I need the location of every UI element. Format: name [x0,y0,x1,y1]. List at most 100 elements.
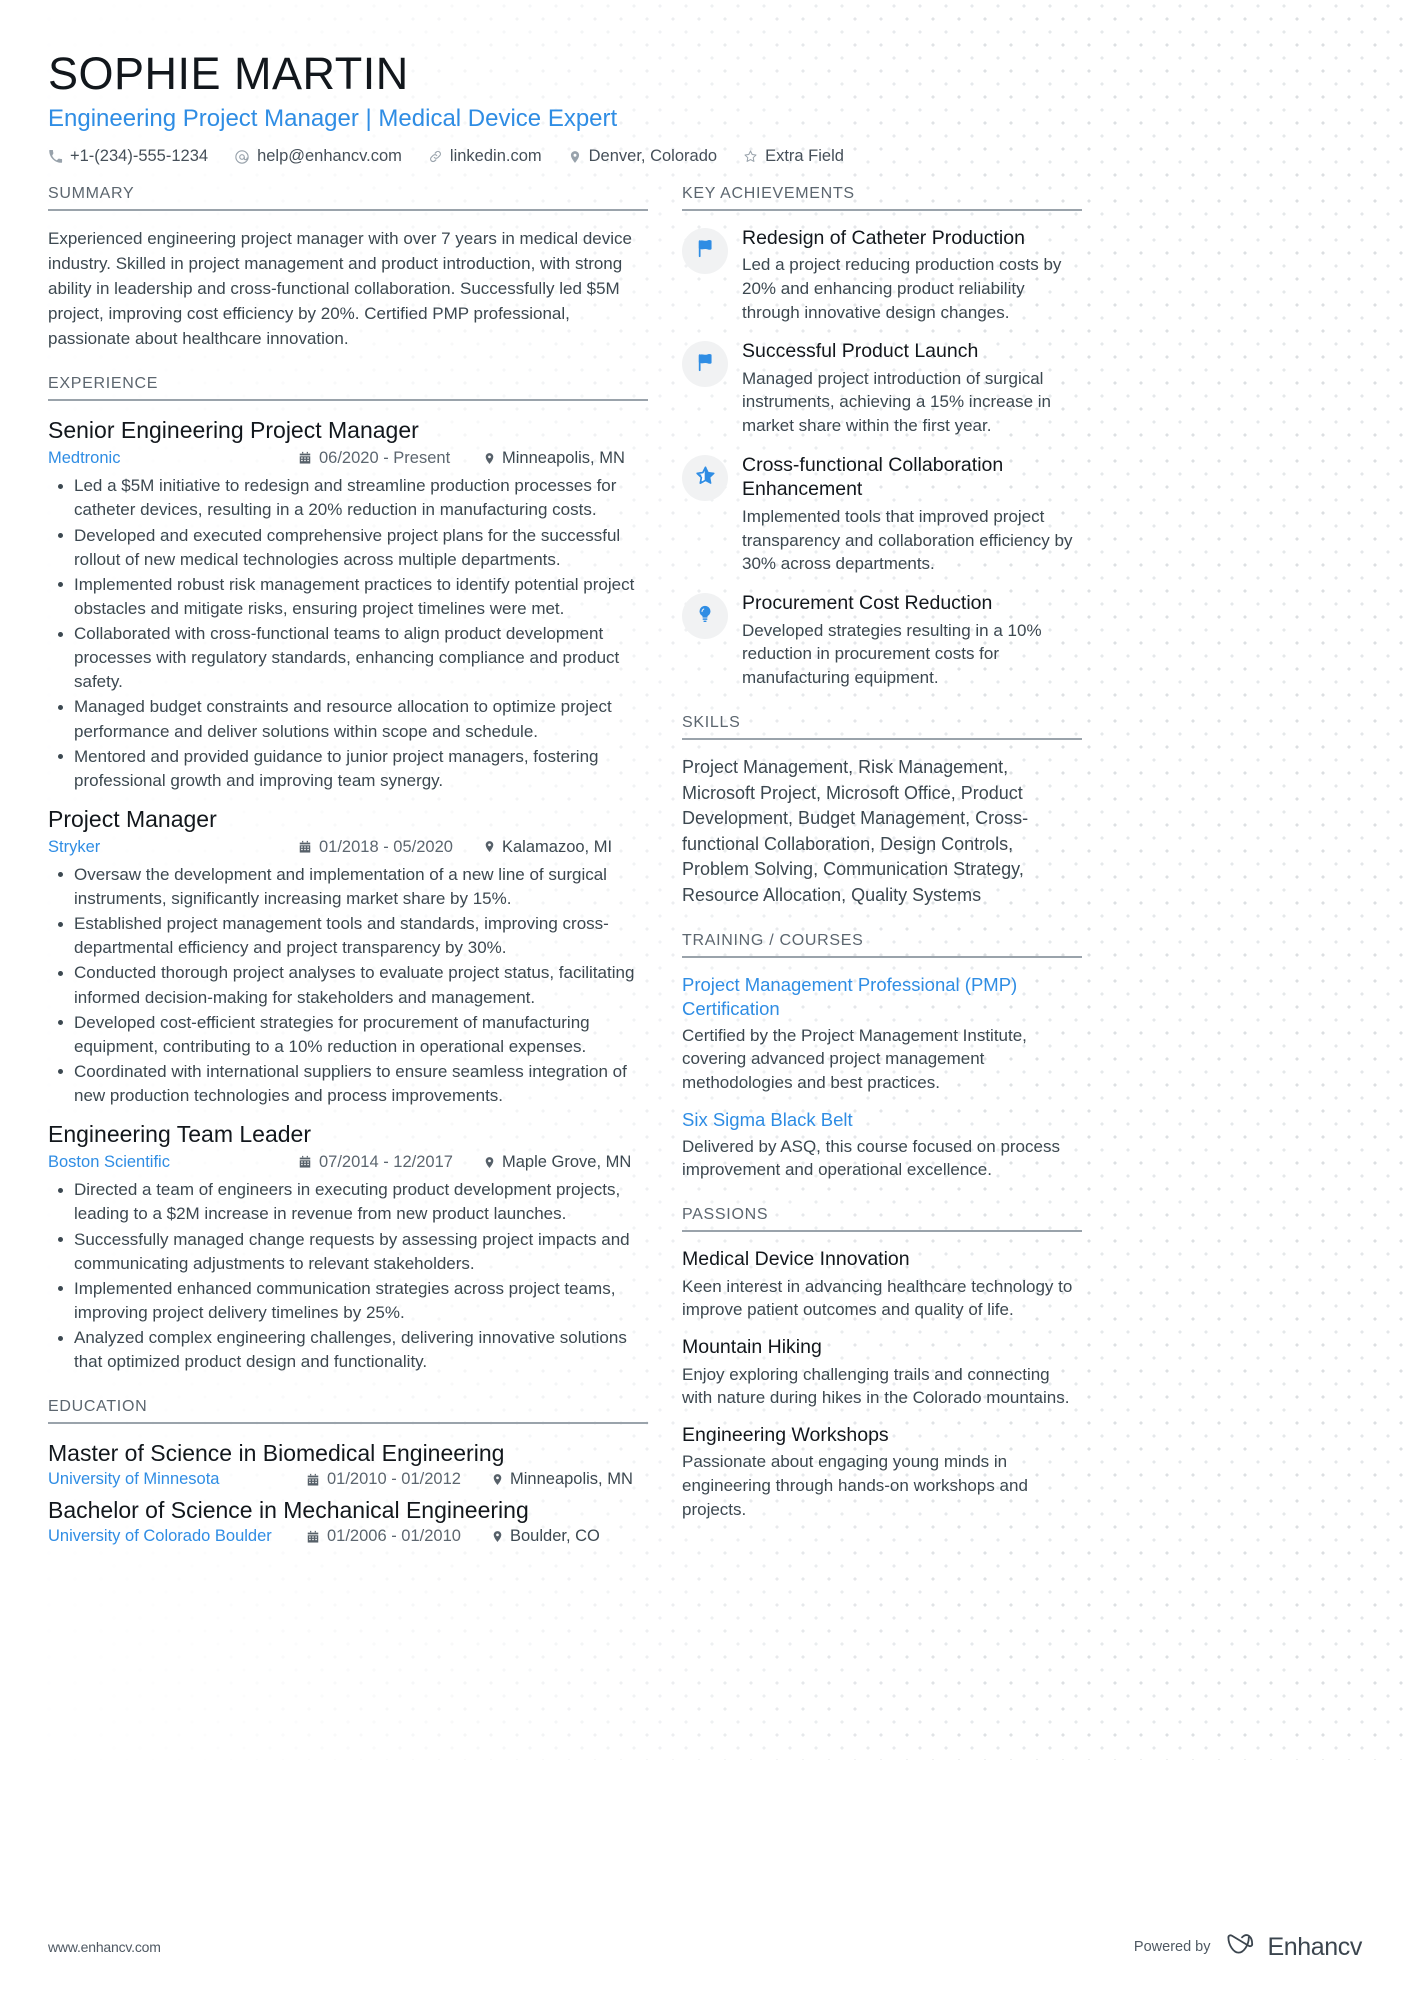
achievement-title: Cross-functional Collaboration Enhanceme… [742,454,1004,501]
achievement-description: Managed project introduction of surgical… [742,368,1051,436]
education-degree: Master of Science in Biomedical Engineer… [48,1440,505,1467]
achievement-title: Successful Product Launch [742,340,979,363]
summary-heading: SUMMARY [48,185,648,211]
job-dates-text: 01/2018 - 05/2020 [319,837,453,856]
link-icon [428,149,443,164]
job-bullets: Oversaw the development and implementati… [50,863,648,1108]
footer-url[interactable]: www.enhancv.com [48,1939,161,1955]
job-meta: Boston Scientific 07/2014 - 12/2017 Mapl… [48,1151,648,1173]
experience-heading: EXPERIENCE [48,375,648,402]
job-bullets: Led a $5M initiative to redesign and str… [50,474,648,793]
contact-location-text: Denver, Colorado [588,146,718,165]
contact-location[interactable]: Denver, Colorado [568,147,717,167]
achievement-title: Redesign of Catheter Production [742,226,1025,249]
section-training-courses: TRAINING / COURSES Project Management Pr… [682,932,1082,1182]
achievement-description: Implemented tools that improved project … [742,506,1073,574]
job-bullet: Implemented enhanced communication strat… [50,1277,648,1325]
achievement-description: Developed strategies resulting in a 10% … [742,620,1042,688]
job-bullet: Developed cost-efficient strategies for … [50,1011,648,1059]
candidate-name: SOPHIE MARTIN [48,48,409,99]
job-bullets: Directed a team of engineers in executin… [50,1178,648,1374]
education-dates: 01/2010 - 01/2012 [306,1470,491,1489]
resume-header: SOPHIE MARTIN Engineering Project Manage… [48,48,1362,167]
job-location-text: Kalamazoo, MI [502,837,613,856]
job-company[interactable]: Boston Scientific [48,1151,298,1173]
calendar-icon [298,1155,312,1169]
contact-email[interactable]: help@enhancv.com [234,147,402,167]
section-skills: SKILLS Project Management, Risk Manageme… [682,714,1082,908]
passion-title: Medical Device Innovation [682,1248,910,1271]
contact-linkedin[interactable]: linkedin.com [428,147,542,167]
skills-text: Project Management, Risk Management, Mic… [682,756,1029,905]
job-title: Engineering Team Leader [48,1121,311,1148]
job-bullet: Led a $5M initiative to redesign and str… [50,474,648,522]
achievement-badge [682,227,728,274]
job-dates: 07/2014 - 12/2017 [298,1151,483,1173]
resume-page: SOPHIE MARTIN Engineering Project Manage… [0,0,1410,1995]
achievement-description: Led a project reducing production costs … [742,254,1062,322]
job-company[interactable]: Medtronic [48,447,298,469]
candidate-headline: Engineering Project Manager | Medical De… [48,104,618,132]
job-bullet: Implemented robust risk management pract… [50,573,648,621]
achievement-body: Cross-functional Collaboration Enhanceme… [742,453,1082,576]
contact-phone[interactable]: +1-(234)-555-1234 [48,147,208,167]
course-title[interactable]: Project Management Professional (PMP) Ce… [682,973,1082,1020]
passion-description: Keen interest in advancing healthcare te… [682,1276,1073,1320]
achievement-badge [682,341,728,388]
job-dates: 06/2020 - Present [298,447,483,469]
passion-title: Mountain Hiking [682,1336,822,1359]
summary-text: Experienced engineering project manager … [48,228,632,349]
left-column: SUMMARY Experienced engineering project … [48,185,648,1570]
job-dates-text: 06/2020 - Present [319,449,451,468]
education-school[interactable]: University of Minnesota [48,1470,306,1489]
job-title: Senior Engineering Project Manager [48,417,419,444]
lightbulb-icon [695,604,715,629]
education-location: Minneapolis, MN [491,1470,633,1489]
education-school[interactable]: University of Colorado Boulder [48,1527,306,1546]
job-location: Kalamazoo, MI [483,836,612,858]
contact-extra-field[interactable]: Extra Field [743,147,844,167]
contact-email-text: help@enhancv.com [257,146,402,165]
education-dates-text: 01/2006 - 01/2010 [327,1527,461,1546]
job-meta: Stryker 01/2018 - 05/2020 Kalamazoo, MI [48,836,648,858]
star-icon [694,464,717,492]
location-pin-icon [491,1472,504,1487]
education-location-text: Boulder, CO [510,1527,600,1546]
section-key-achievements: KEY ACHIEVEMENTS Redesign of Catheter Pr… [682,185,1082,690]
course-title[interactable]: Six Sigma Black Belt [682,1108,1082,1132]
passion-item: Engineering Workshops Passionate about e… [682,1423,1082,1522]
powered-by-label: Powered by [1133,1939,1211,1955]
job-bullet: Analyzed complex engineering challenges,… [50,1326,648,1374]
job-bullet: Directed a team of engineers in executin… [50,1178,648,1226]
job-bullet: Mentored and provided guidance to junior… [50,745,648,793]
job-bullet: Developed and executed comprehensive pro… [50,524,648,572]
contact-linkedin-text: linkedin.com [449,146,542,165]
contact-row: +1-(234)-555-1234 help@enhancv.com linke… [48,147,1362,167]
education-meta: University of Minnesota 01/2010 - 01/201… [48,1470,648,1489]
achievement-body: Procurement Cost Reduction Developed str… [742,591,1082,690]
passion-description: Enjoy exploring challenging trails and c… [682,1364,1070,1408]
experience-item: Senior Engineering Project Manager Medtr… [48,416,648,793]
enhancv-brand-name: Enhancv [1267,1932,1363,1961]
education-location: Boulder, CO [491,1527,600,1546]
achievements-heading: KEY ACHIEVEMENTS [682,185,1082,211]
course-description: Delivered by ASQ, this course focused on… [682,1136,1060,1180]
education-heading: EDUCATION [48,1398,648,1425]
job-bullet: Collaborated with cross-functional teams… [50,622,648,694]
right-column: KEY ACHIEVEMENTS Redesign of Catheter Pr… [682,185,1082,1546]
enhancv-logo-icon [1225,1932,1259,1963]
columns-wrapper: SUMMARY Experienced engineering project … [48,185,1362,1570]
job-company[interactable]: Stryker [48,836,298,858]
calendar-icon [298,451,312,465]
job-meta: Medtronic 06/2020 - Present Minneapolis,… [48,447,648,469]
job-location-text: Minneapolis, MN [502,449,625,468]
location-pin-icon [568,149,582,165]
course-description: Certified by the Project Management Inst… [682,1025,1027,1093]
achievement-item: Procurement Cost Reduction Developed str… [682,591,1082,690]
education-degree: Bachelor of Science in Mechanical Engine… [48,1497,529,1524]
passion-item: Mountain Hiking Enjoy exploring challeng… [682,1335,1082,1410]
job-dates-text: 07/2014 - 12/2017 [319,1152,453,1171]
education-dates: 01/2006 - 01/2010 [306,1527,491,1546]
enhancv-brand[interactable]: Enhancv [1225,1932,1363,1963]
job-bullet: Oversaw the development and implementati… [50,863,648,911]
